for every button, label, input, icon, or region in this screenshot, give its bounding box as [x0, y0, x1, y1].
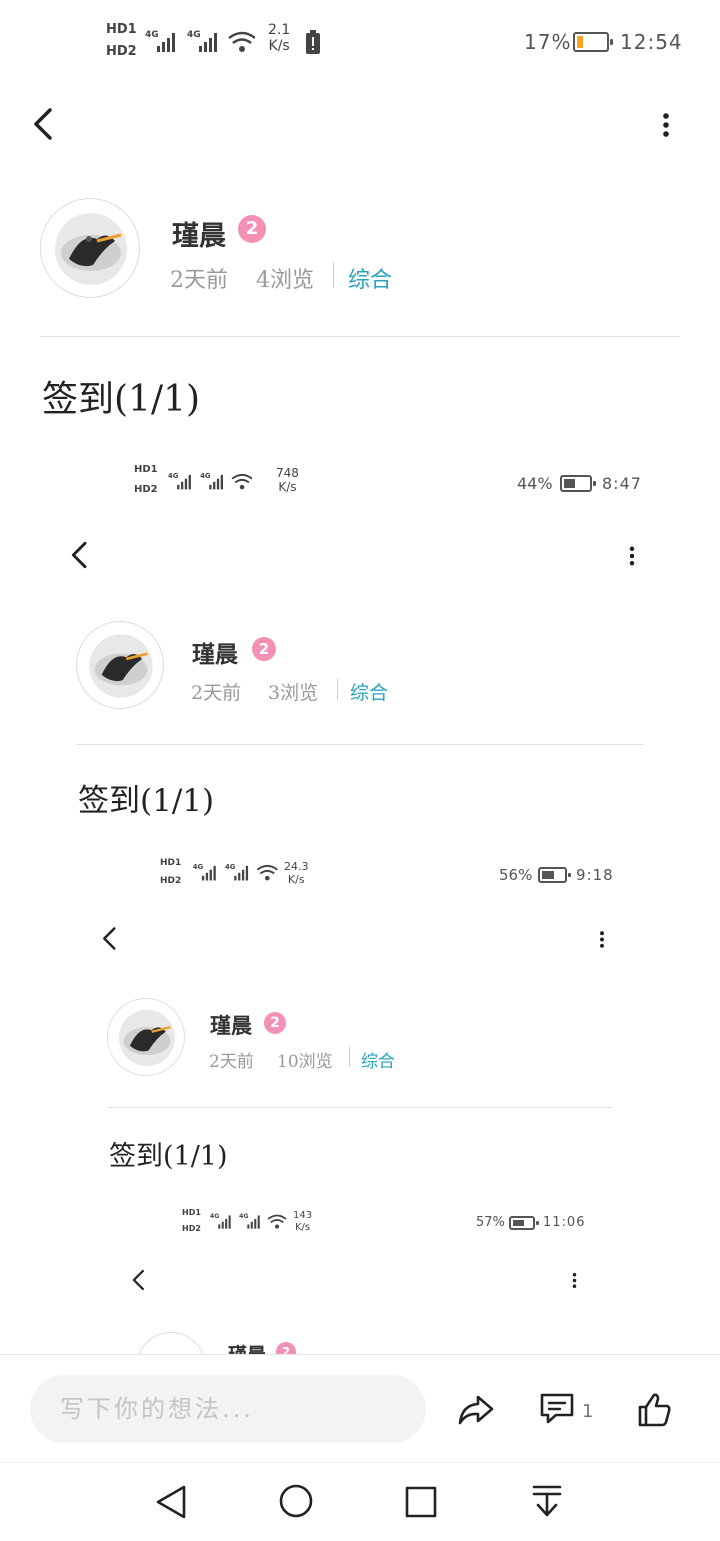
post-title: 签到(1/1) — [78, 783, 215, 819]
battery-percent: 17% — [524, 30, 572, 54]
comment-count: 1 — [582, 1401, 594, 1422]
author-name: 瑾晨 — [210, 1013, 252, 1038]
avatar[interactable] — [40, 198, 140, 298]
hd2-icon: HD2 — [160, 876, 182, 886]
divider — [349, 1047, 350, 1067]
signal-icon: 4G 4G — [168, 472, 252, 490]
back-icon — [132, 1269, 144, 1291]
clock: 8:47 — [602, 474, 642, 493]
hd2-icon: HD2 — [106, 44, 137, 59]
divider — [333, 262, 334, 288]
divider — [107, 1107, 613, 1108]
level-badge: 2 — [252, 637, 276, 661]
battery-fill — [564, 479, 575, 488]
nav-recents-icon[interactable] — [404, 1485, 438, 1519]
more-icon — [600, 931, 604, 948]
comment-input[interactable] — [30, 1375, 426, 1443]
back-icon — [71, 541, 87, 569]
signal-icon: 4G 4G — [210, 1213, 287, 1229]
avatar — [76, 621, 164, 709]
more-icon — [629, 546, 635, 566]
nav-notification-icon[interactable] — [530, 1483, 564, 1519]
back-icon — [103, 927, 116, 950]
category-link: 综合 — [350, 682, 389, 704]
net-speed: 2.1 K/s — [268, 22, 291, 54]
battery-icon — [509, 1216, 539, 1230]
clock: 11:06 — [543, 1215, 586, 1230]
net-speed: 24.3 K/s — [284, 860, 309, 886]
divider — [40, 336, 680, 337]
divider — [76, 744, 644, 745]
battery-icon — [538, 867, 571, 883]
net-speed: 748 K/s — [276, 466, 299, 494]
battery-percent: 44% — [517, 474, 553, 493]
signal-icon: 4G 4G — [193, 863, 278, 881]
action-bar: 1 — [0, 1354, 720, 1463]
avatar — [107, 998, 185, 1076]
post-time: 2天前 — [170, 268, 228, 293]
hd2-icon: HD2 — [134, 484, 158, 495]
view-count: 4浏览 — [256, 268, 314, 293]
svg-text:4G: 4G — [168, 472, 179, 480]
svg-text:4G: 4G — [200, 472, 211, 480]
post-time: 2天前 — [209, 1052, 254, 1072]
more-icon[interactable] — [656, 110, 676, 140]
svg-text:4G: 4G — [145, 30, 159, 40]
signal-icon: 4G 4G — [145, 30, 255, 52]
hd2-icon: HD2 — [182, 1224, 201, 1233]
battery-fill — [542, 871, 554, 879]
battery-percent: 57% — [476, 1215, 505, 1230]
svg-text:4G: 4G — [225, 863, 236, 871]
divider — [337, 678, 338, 700]
nav-back-icon[interactable] — [154, 1483, 188, 1521]
clock: 12:54 — [620, 30, 683, 54]
view-count: 10浏览 — [277, 1052, 333, 1072]
battery-percent: 56% — [499, 866, 533, 884]
post-title: 签到(1/1) — [109, 1141, 228, 1172]
level-badge: 2 — [276, 1342, 296, 1354]
post-time: 2天前 — [191, 682, 242, 704]
battery-fill — [577, 36, 583, 48]
net-speed: 143 K/s — [293, 1210, 313, 1233]
svg-text:4G: 4G — [193, 863, 204, 871]
nav-home-icon[interactable] — [278, 1483, 314, 1519]
battery-icon — [573, 32, 613, 52]
svg-text:4G: 4G — [210, 1213, 219, 1220]
svg-text:4G: 4G — [187, 30, 201, 40]
author-name: 瑾晨 — [228, 1340, 266, 1354]
avatar — [136, 1332, 206, 1354]
hd1-icon: HD1 — [182, 1208, 201, 1217]
like-icon[interactable] — [636, 1391, 672, 1429]
post-title: 签到(1/1) — [42, 379, 201, 420]
level-badge: 2 — [264, 1012, 286, 1034]
hd1-icon: HD1 — [160, 858, 182, 868]
hd1-icon: HD1 — [106, 22, 137, 37]
category-link: 综合 — [361, 1052, 395, 1072]
category-link[interactable]: 综合 — [348, 262, 392, 294]
hd1-icon: HD1 — [134, 464, 158, 475]
level-badge: 2 — [238, 215, 266, 243]
battery-fill — [513, 1220, 524, 1226]
author-name: 瑾晨 — [192, 641, 238, 668]
clock: 9:18 — [576, 866, 614, 884]
svg-text:4G: 4G — [239, 1213, 248, 1220]
battery-icon — [560, 475, 596, 492]
share-icon[interactable] — [456, 1393, 496, 1427]
back-icon[interactable] — [30, 106, 58, 142]
comment-icon[interactable] — [538, 1391, 576, 1427]
more-icon — [572, 1273, 577, 1288]
system-nav-bar — [0, 1462, 720, 1541]
author-name[interactable]: 瑾晨 — [172, 214, 226, 253]
alert-battery-icon — [306, 30, 320, 54]
status-bar: HD1 HD2 4G 4G 2.1 K/s 17% 12:54 — [0, 0, 720, 86]
view-count: 3浏览 — [268, 682, 319, 704]
